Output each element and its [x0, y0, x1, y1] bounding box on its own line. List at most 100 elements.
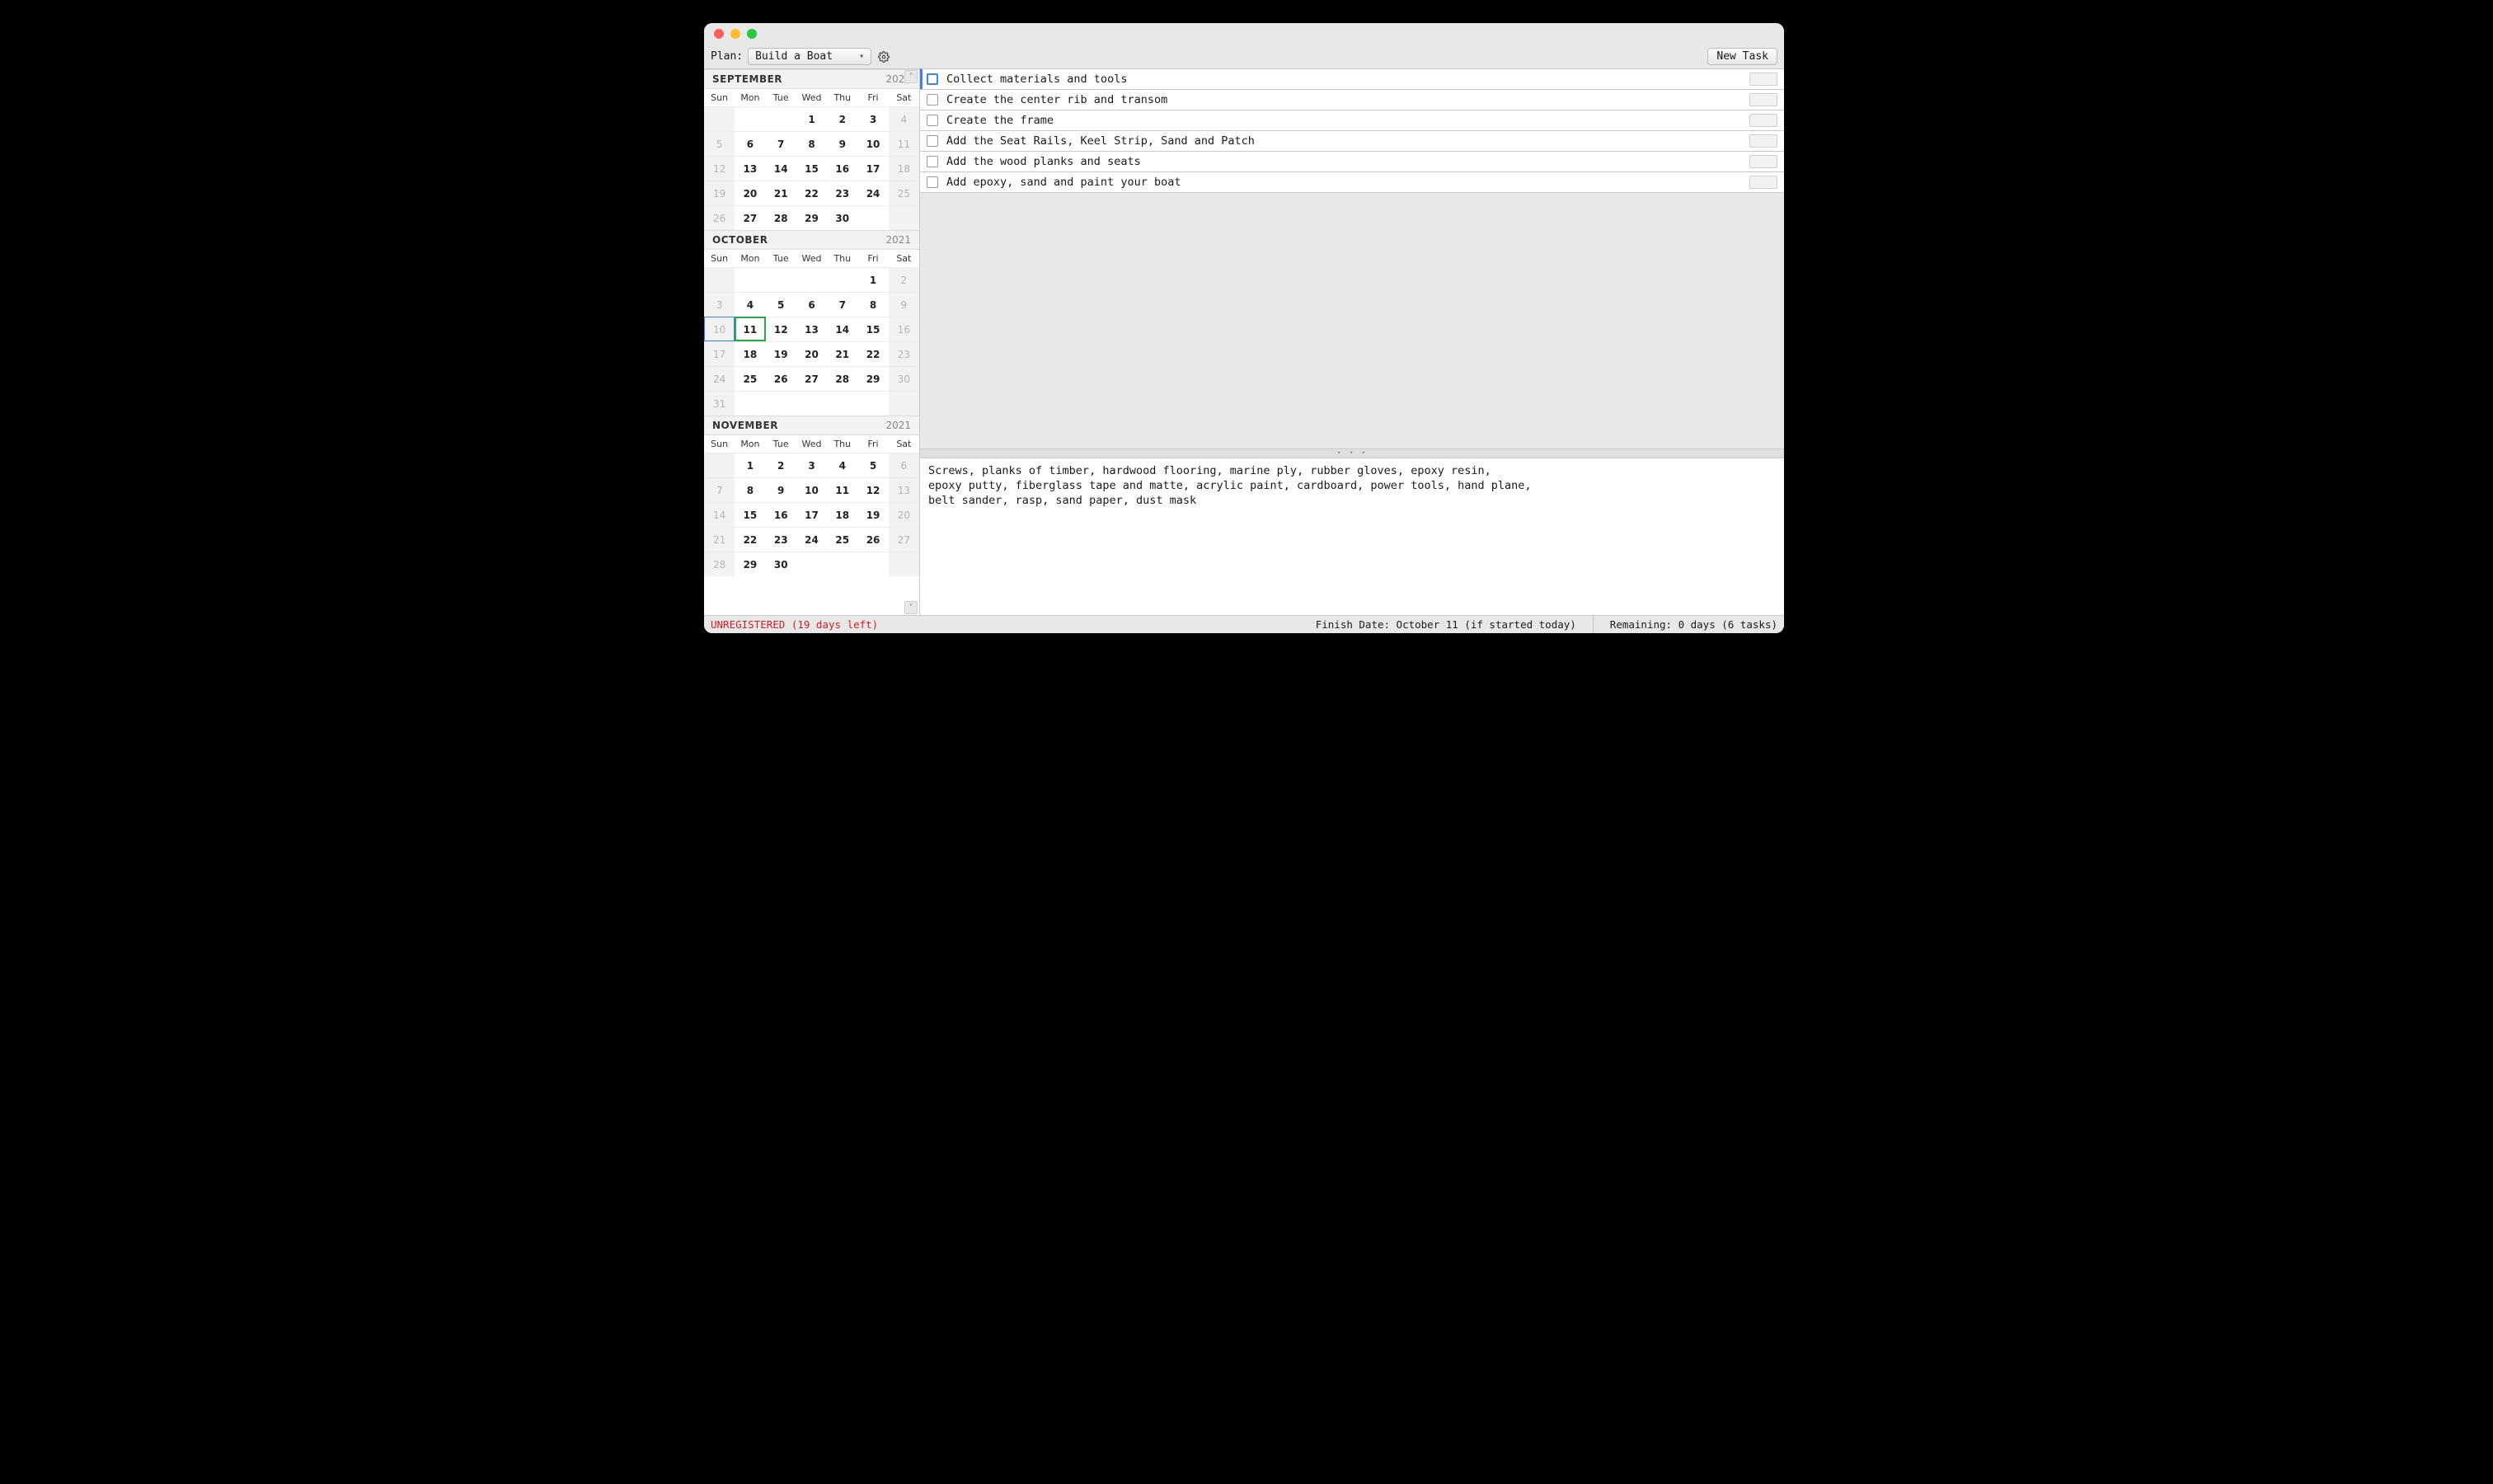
task-row[interactable]: Add epoxy, sand and paint your boat [920, 171, 1784, 193]
calendar-day[interactable]: 3 [857, 106, 888, 131]
calendar-day[interactable]: 23 [827, 181, 857, 205]
calendar-day[interactable]: 12 [857, 477, 888, 502]
calendar-day[interactable]: 29 [796, 205, 827, 230]
calendar-day[interactable]: 31 [704, 391, 735, 416]
calendar-day[interactable]: 19 [766, 341, 796, 366]
calendar-day[interactable]: 10 [796, 477, 827, 502]
calendar-day[interactable]: 24 [796, 527, 827, 552]
calendar-day[interactable]: 15 [796, 156, 827, 181]
calendar-day[interactable]: 25 [827, 527, 857, 552]
calendar-day[interactable]: 28 [827, 366, 857, 391]
calendar-day[interactable]: 29 [735, 552, 765, 576]
calendar-day[interactable]: 14 [766, 156, 796, 181]
calendar-day[interactable]: 20 [796, 341, 827, 366]
task-row[interactable]: Create the frame [920, 110, 1784, 131]
calendar-day[interactable]: 14 [827, 317, 857, 341]
calendar-day[interactable]: 7 [766, 131, 796, 156]
calendar-day[interactable]: 2 [766, 453, 796, 477]
task-notes[interactable]: Screws, planks of timber, hardwood floor… [920, 458, 1784, 615]
calendar-day[interactable]: 19 [704, 181, 735, 205]
settings-button[interactable] [876, 49, 891, 64]
calendar-day[interactable]: 19 [857, 502, 888, 527]
calendar-day[interactable]: 17 [857, 156, 888, 181]
calendar-day[interactable]: 18 [889, 156, 919, 181]
splitter-handle[interactable]: • • • [920, 448, 1784, 458]
calendar-day[interactable]: 29 [857, 366, 888, 391]
calendar-day[interactable]: 9 [827, 131, 857, 156]
task-duration-badge[interactable] [1749, 73, 1777, 86]
calendar-day[interactable]: 30 [889, 366, 919, 391]
calendar-day[interactable]: 16 [889, 317, 919, 341]
task-row[interactable]: Add the wood planks and seats [920, 151, 1784, 172]
calendar-day[interactable]: 11 [827, 477, 857, 502]
calendar-day[interactable]: 9 [889, 292, 919, 317]
calendar-day[interactable]: 15 [735, 502, 765, 527]
calendar-day[interactable]: 1 [735, 453, 765, 477]
calendar-day[interactable]: 8 [796, 131, 827, 156]
calendar-day[interactable]: 13 [796, 317, 827, 341]
calendar-day[interactable]: 3 [704, 292, 735, 317]
calendar-day[interactable]: 5 [704, 131, 735, 156]
task-checkbox[interactable] [927, 176, 938, 188]
task-duration-badge[interactable] [1749, 176, 1777, 189]
task-row[interactable]: Collect materials and tools [920, 68, 1784, 90]
task-checkbox[interactable] [927, 156, 938, 167]
calendar-day[interactable]: 1 [796, 106, 827, 131]
calendar-day[interactable]: 30 [766, 552, 796, 576]
calendar-day[interactable]: 16 [766, 502, 796, 527]
calendar-day[interactable]: 25 [735, 366, 765, 391]
calendar-day[interactable]: 11 [735, 317, 765, 341]
calendar-day[interactable]: 24 [704, 366, 735, 391]
calendar-day[interactable]: 10 [857, 131, 888, 156]
task-checkbox[interactable] [927, 94, 938, 106]
calendar-day[interactable]: 7 [704, 477, 735, 502]
calendar-day[interactable]: 23 [889, 341, 919, 366]
calendar-day[interactable]: 27 [889, 527, 919, 552]
calendar-day[interactable]: 25 [889, 181, 919, 205]
task-checkbox[interactable] [927, 135, 938, 147]
calendar-day[interactable]: 18 [735, 341, 765, 366]
calendar-day[interactable]: 13 [889, 477, 919, 502]
task-row[interactable]: Add the Seat Rails, Keel Strip, Sand and… [920, 130, 1784, 152]
window-zoom-button[interactable] [747, 29, 757, 39]
calendar-day[interactable]: 22 [796, 181, 827, 205]
calendar-day[interactable]: 11 [889, 131, 919, 156]
calendar-day[interactable]: 16 [827, 156, 857, 181]
calendar-day[interactable]: 28 [704, 552, 735, 576]
calendar-day[interactable]: 21 [827, 341, 857, 366]
calendar-day[interactable]: 2 [827, 106, 857, 131]
calendar-day[interactable]: 5 [857, 453, 888, 477]
calendar-day[interactable]: 6 [889, 453, 919, 477]
calendar-day[interactable]: 4 [827, 453, 857, 477]
calendar-day[interactable]: 1 [857, 267, 888, 292]
calendar-day[interactable]: 26 [857, 527, 888, 552]
calendar-day[interactable]: 2 [889, 267, 919, 292]
calendar-day[interactable]: 5 [766, 292, 796, 317]
calendar-day[interactable]: 10 [704, 317, 735, 341]
calendar-day[interactable]: 20 [735, 181, 765, 205]
calendar-day[interactable]: 12 [704, 156, 735, 181]
calendar-day[interactable]: 6 [735, 131, 765, 156]
calendar-day[interactable]: 18 [827, 502, 857, 527]
new-task-button[interactable]: New Task [1707, 48, 1777, 65]
calendar-day[interactable]: 4 [735, 292, 765, 317]
calendar-day[interactable]: 22 [735, 527, 765, 552]
calendar-day[interactable]: 28 [766, 205, 796, 230]
calendar-day[interactable]: 6 [796, 292, 827, 317]
calendar-day[interactable]: 27 [735, 205, 765, 230]
task-duration-badge[interactable] [1749, 155, 1777, 168]
calendar-day[interactable]: 26 [766, 366, 796, 391]
calendar-day[interactable]: 13 [735, 156, 765, 181]
calendar-day[interactable]: 20 [889, 502, 919, 527]
calendar-day[interactable]: 24 [857, 181, 888, 205]
calendar-day[interactable]: 14 [704, 502, 735, 527]
task-duration-badge[interactable] [1749, 93, 1777, 106]
task-row[interactable]: Create the center rib and transom [920, 89, 1784, 110]
calendar-day[interactable]: 8 [857, 292, 888, 317]
calendar-scroll-up[interactable]: ˄ [904, 70, 918, 83]
calendar-day[interactable]: 21 [766, 181, 796, 205]
window-minimize-button[interactable] [730, 29, 740, 39]
calendar-day[interactable]: 23 [766, 527, 796, 552]
calendar-day[interactable]: 8 [735, 477, 765, 502]
task-duration-badge[interactable] [1749, 134, 1777, 148]
